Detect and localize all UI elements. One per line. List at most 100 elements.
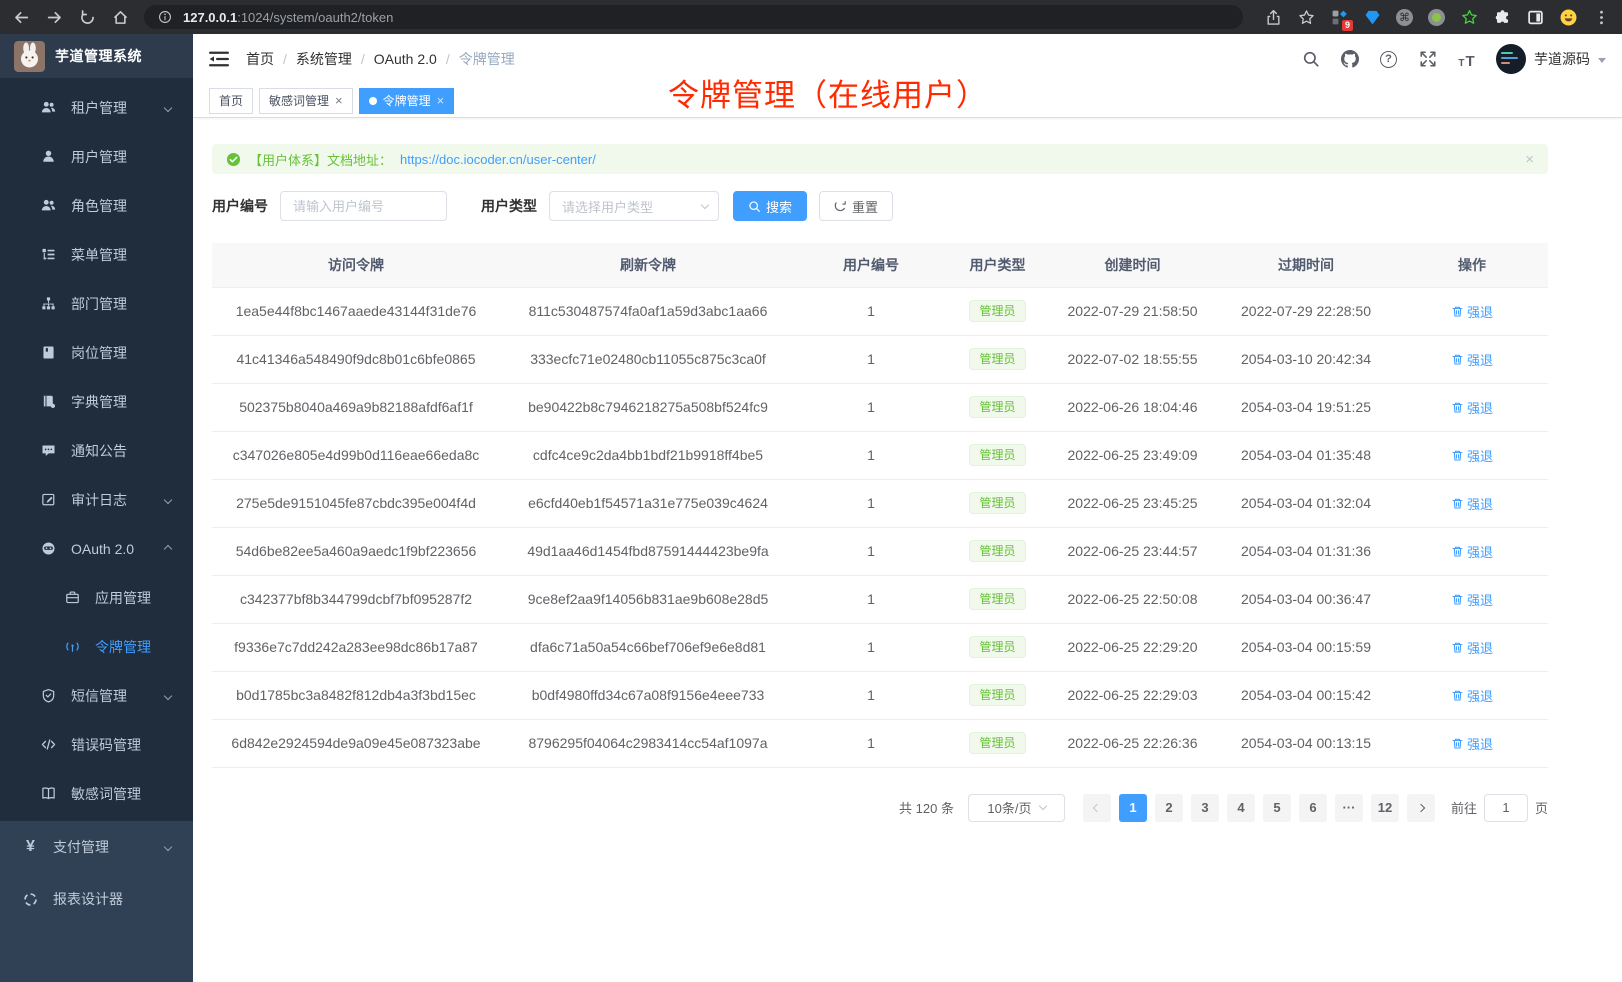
user-id-cell: 1 [796, 383, 946, 431]
green-star-extension-icon[interactable] [1460, 8, 1478, 26]
breadcrumb-separator: / [446, 51, 450, 67]
extension-grid-icon[interactable]: 9 [1330, 8, 1348, 26]
create-time-cell: 2022-06-26 18:04:46 [1049, 383, 1216, 431]
sidebar-group-system: 租户管理用户管理角色管理菜单管理部门管理岗位管理字典管理通知公告审计日志OAut… [0, 78, 193, 821]
force-logout-button[interactable]: 强退 [1451, 590, 1493, 609]
sidebar-item-tenant[interactable]: 租户管理 [0, 83, 193, 132]
force-logout-button[interactable]: 强退 [1451, 686, 1493, 705]
sidebar-item-dict[interactable]: 字典管理 [0, 377, 193, 426]
table-row: f9336e7c7dd242a283ee98dc86b17a87dfa6c71a… [212, 623, 1548, 671]
help-icon[interactable]: ? [1379, 50, 1398, 69]
sidebar-item-report[interactable]: 报表设计器 [0, 873, 193, 925]
search-icon[interactable] [1301, 50, 1320, 69]
sidebar-item-post[interactable]: 岗位管理 [0, 328, 193, 377]
page-suffix: 页 [1535, 798, 1548, 817]
user-type-select[interactable]: 请选择用户类型 [549, 191, 719, 221]
chevron-down-icon [164, 843, 172, 851]
breadcrumb-item[interactable]: 首页 [246, 49, 274, 69]
user-menu[interactable]: 芋道源码 [1496, 44, 1606, 74]
breadcrumb-item[interactable]: 系统管理 [296, 49, 352, 69]
puzzle-icon[interactable] [1493, 8, 1511, 26]
sidebar-item-oauth-app[interactable]: 应用管理 [0, 573, 193, 622]
force-logout-button[interactable]: 强退 [1451, 302, 1493, 321]
reload-icon[interactable] [78, 8, 96, 26]
font-size-icon[interactable]: TT [1457, 50, 1476, 69]
access-token-cell: 6d842e2924594de9a09e45e087323abe [212, 719, 500, 767]
home-icon[interactable] [111, 8, 129, 26]
tab-close-icon[interactable]: × [437, 94, 445, 107]
tab-首页[interactable]: 首页 [209, 88, 253, 114]
share-icon[interactable] [1264, 8, 1282, 26]
tab-敏感词管理[interactable]: 敏感词管理× [259, 88, 353, 114]
force-logout-button[interactable]: 强退 [1451, 542, 1493, 561]
bookmark-star-icon[interactable] [1297, 8, 1315, 26]
alert-close-icon[interactable]: × [1525, 151, 1534, 168]
success-check-icon [226, 152, 241, 167]
filter-form: 用户编号 用户类型 请选择用户类型 搜索 重置 [212, 191, 1622, 221]
sidebar-item-menu[interactable]: 菜单管理 [0, 230, 193, 279]
hamburger-icon[interactable] [209, 51, 229, 67]
goto-label: 前往 [1451, 798, 1477, 817]
sidebar-item-pay[interactable]: ¥支付管理 [0, 821, 193, 873]
page-button-4[interactable]: 4 [1227, 794, 1255, 822]
expire-time-cell: 2054-03-04 00:13:15 [1216, 719, 1396, 767]
gem-extension-icon[interactable] [1363, 8, 1381, 26]
sidebar-item-dept[interactable]: 部门管理 [0, 279, 193, 328]
badge-icon [40, 345, 57, 360]
trash-icon [1451, 353, 1464, 366]
yen-icon: ¥ [22, 839, 39, 855]
tab-令牌管理[interactable]: 令牌管理× [359, 88, 455, 114]
app-logo-bar[interactable]: 芋道管理系统 [0, 34, 193, 78]
sidebar-item-errcode[interactable]: 错误码管理 [0, 720, 193, 769]
page-button-3[interactable]: 3 [1191, 794, 1219, 822]
goto-page-input[interactable] [1484, 794, 1528, 822]
github-icon[interactable] [1340, 50, 1359, 69]
browser-menu-icon[interactable] [1592, 8, 1610, 26]
force-logout-button[interactable]: 强退 [1451, 350, 1493, 369]
page-button-12[interactable]: 12 [1371, 794, 1399, 822]
force-logout-button[interactable]: 强退 [1451, 446, 1493, 465]
page-button-6[interactable]: 6 [1299, 794, 1327, 822]
column-header: 刷新令牌 [500, 243, 796, 287]
tab-close-icon[interactable]: × [335, 94, 343, 107]
user-type-cell: 管理员 [946, 671, 1049, 719]
create-time-cell: 2022-06-25 23:44:57 [1049, 527, 1216, 575]
search-button[interactable]: 搜索 [733, 191, 807, 221]
command-extension-icon[interactable]: ⌘ [1396, 9, 1413, 26]
fullscreen-icon[interactable] [1418, 50, 1437, 69]
force-logout-button[interactable]: 强退 [1451, 398, 1493, 417]
record-extension-icon[interactable] [1428, 9, 1445, 26]
column-header: 操作 [1396, 243, 1548, 287]
address-bar[interactable]: 127.0.0.1:1024/system/oauth2/token [144, 5, 1243, 29]
force-logout-button[interactable]: 强退 [1451, 494, 1493, 513]
prev-page-button[interactable] [1083, 794, 1111, 822]
forward-icon[interactable] [45, 8, 63, 26]
user-id-input[interactable] [280, 191, 447, 221]
sidebar-item-oauth[interactable]: OAuth 2.0 [0, 524, 193, 573]
sidebar-item-audit[interactable]: 审计日志 [0, 475, 193, 524]
info-icon[interactable] [156, 8, 174, 26]
action-cell: 强退 [1396, 383, 1548, 431]
split-view-icon[interactable] [1526, 8, 1544, 26]
sidebar-item-role[interactable]: 角色管理 [0, 181, 193, 230]
user-id-cell: 1 [796, 335, 946, 383]
doc-link[interactable]: https://doc.iocoder.cn/user-center/ [400, 152, 596, 167]
sidebar-item-sensitive[interactable]: 敏感词管理 [0, 769, 193, 818]
breadcrumb-item[interactable]: OAuth 2.0 [374, 51, 437, 67]
profile-avatar-icon[interactable] [1559, 8, 1577, 26]
page-button-1[interactable]: 1 [1119, 794, 1147, 822]
page-button-5[interactable]: 5 [1263, 794, 1291, 822]
reset-button[interactable]: 重置 [819, 191, 893, 221]
breadcrumb-separator: / [283, 51, 287, 67]
next-page-button[interactable] [1407, 794, 1435, 822]
page-button-2[interactable]: 2 [1155, 794, 1183, 822]
sidebar-item-user[interactable]: 用户管理 [0, 132, 193, 181]
sidebar-item-notice[interactable]: 通知公告 [0, 426, 193, 475]
force-logout-button[interactable]: 强退 [1451, 734, 1493, 753]
page-size-select[interactable]: 10条/页 [968, 794, 1065, 822]
force-logout-button[interactable]: 强退 [1451, 638, 1493, 657]
sidebar-item-oauth-token[interactable]: 令牌管理 [0, 622, 193, 671]
more-pages-button[interactable]: ··· [1335, 794, 1363, 822]
back-icon[interactable] [12, 8, 30, 26]
sidebar-item-sms[interactable]: 短信管理 [0, 671, 193, 720]
